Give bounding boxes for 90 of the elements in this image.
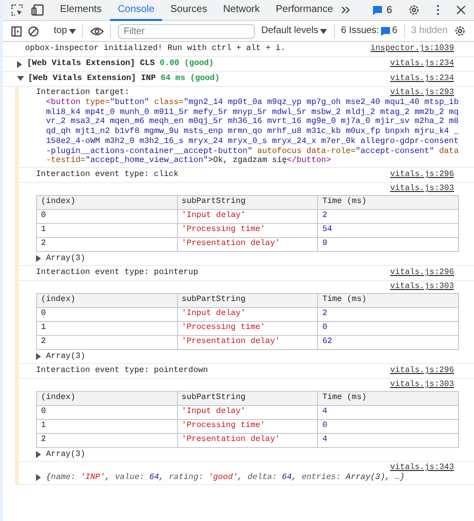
- more-options-icon[interactable]: [436, 4, 440, 16]
- log-message: Interaction event type: click: [36, 170, 178, 180]
- array-preview[interactable]: Array(3): [46, 352, 86, 362]
- table-cell: 1: [36, 321, 178, 336]
- column-header[interactable]: subPartString: [177, 391, 318, 406]
- table-cell: 'Input delay': [177, 307, 318, 322]
- clear-console-icon[interactable]: [28, 26, 40, 36]
- table-cell: 1: [36, 223, 178, 238]
- issues-count: 6: [386, 4, 392, 18]
- source-link[interactable]: vitals.js:296: [390, 268, 454, 278]
- table-cell: 2: [318, 209, 458, 224]
- table-cell: 1: [36, 419, 178, 434]
- array-preview[interactable]: Array(3): [46, 450, 86, 460]
- table-cell: 2: [318, 307, 458, 322]
- settings-icon[interactable]: [408, 4, 420, 16]
- caret-icon: [69, 28, 76, 34]
- source-link[interactable]: vitals.js:303: [390, 282, 454, 292]
- table-cell: 2: [36, 335, 178, 350]
- log-message: Interaction event type: pointerdown: [36, 366, 208, 376]
- html-element-output[interactable]: <button type="button" class="mgn2_14 mp0t_0a m9qz_yp mp7g_oh mse2_40 mqu1_40 mtsp_ib mli8_k4 mp4t_0 munh_0 m911_5r mefy_5r mnyp_5r mdwl_5r msbw_2 mldj_2 mtag_2 mm2b_2 mqvr_2 msa3_z4 mqen_m6 meqh_en m0qj_5r mh36_16 mvrt_16 mg9e_0 mj7a_0 mjir_sv m2ha_2 m8qd_qh mjt1_n2 b1vf8 mgmw_9u msts_enp mrmn_qo mrhf_u8 m31c_kb m0ux_fp bnpxh mjru_k4 _158e2_4-oWM m3h2_0 m3h2_16_s mryx_24 mryx_0_s mryx_24_x m7er_0k allegro-gdpr-consent-plugin__actions-container__accept-button" autofocus data-role="accept-consent" data-testid="accept_home_view_action">Ok, zgadzam się</button>: [36, 98, 461, 166]
- table-cell: 0: [318, 321, 458, 336]
- group-label[interactable]: [Web Vitals Extension] INP 64 ms (good): [28, 74, 220, 84]
- log-message: opbox-inspector initialized! Run with ctrl + alt + i.: [25, 44, 286, 54]
- message-icon: [381, 26, 390, 36]
- inspect-icon[interactable]: [11, 4, 23, 16]
- sidebar-icon[interactable]: [11, 26, 22, 36]
- table-cell: 'Presentation delay': [177, 433, 318, 448]
- table-cell: 62: [318, 335, 458, 350]
- table-cell: 2: [36, 237, 178, 252]
- tab[interactable]: Performance: [268, 0, 342, 20]
- table-cell: 0: [36, 307, 178, 322]
- log-levels-dropdown[interactable]: Default levels: [261, 24, 328, 38]
- table-cell: 4: [318, 433, 458, 448]
- source-link[interactable]: vitals.js:303: [390, 380, 454, 390]
- table-cell: 0: [36, 209, 178, 224]
- table-cell: 'Processing time': [177, 321, 318, 336]
- log-message: Interaction target:: [36, 88, 130, 98]
- column-header[interactable]: (index): [36, 195, 178, 210]
- tab[interactable]: Elements: [52, 0, 110, 20]
- device-toolbar-icon[interactable]: [31, 4, 44, 16]
- table-cell: 54: [318, 223, 458, 238]
- table-cell: 'Presentation delay': [177, 237, 318, 252]
- context-dropdown[interactable]: top: [54, 24, 76, 38]
- column-header[interactable]: (index): [36, 391, 178, 406]
- column-header[interactable]: Time (ms): [318, 293, 458, 308]
- eye-icon[interactable]: [90, 26, 104, 36]
- tab[interactable]: Sources: [162, 0, 216, 20]
- collapsed-arrow-icon[interactable]: [36, 474, 42, 482]
- column-header[interactable]: Time (ms): [318, 391, 458, 406]
- source-link[interactable]: vitals.js:303: [390, 184, 454, 194]
- source-link[interactable]: vitals.js:293: [390, 88, 454, 98]
- issues-button[interactable]: 6 Issues: 6: [341, 24, 398, 38]
- log-message: Interaction event type: pointerup: [36, 268, 198, 278]
- column-header[interactable]: (index): [36, 293, 178, 308]
- table-cell: 9: [318, 237, 458, 252]
- table-cell: 'Input delay': [177, 405, 318, 420]
- collapsed-arrow-icon[interactable]: [36, 353, 42, 360]
- collapsed-arrow-icon[interactable]: [36, 255, 42, 262]
- array-preview[interactable]: Array(3): [46, 254, 86, 264]
- close-icon[interactable]: [456, 5, 466, 15]
- source-link[interactable]: vitals.js:234: [390, 74, 454, 84]
- table-cell: 'Presentation delay': [177, 335, 318, 350]
- table-cell: 0: [318, 419, 458, 434]
- source-link[interactable]: vitals.js:343: [390, 462, 454, 473]
- hidden-count: 3 hidden: [411, 24, 448, 38]
- object-preview[interactable]: {name: 'INP', value: 64, rating: 'good', delta: 64, entries: Array(3), …}: [46, 472, 405, 483]
- group-label[interactable]: [Web Vitals Extension] CLS 0.00 (good): [27, 59, 214, 69]
- message-icon: [373, 6, 382, 14]
- table-cell: 'Processing time': [177, 223, 318, 238]
- table-cell: 4: [318, 405, 458, 420]
- caret-icon: [320, 28, 328, 34]
- table-cell: 'Input delay': [177, 209, 318, 224]
- tab[interactable]: Network: [215, 0, 268, 20]
- filter-field[interactable]: Filter: [118, 24, 255, 38]
- table-cell: 2: [36, 433, 178, 448]
- settings-icon[interactable]: [454, 25, 466, 37]
- table-cell: 'Processing time': [177, 419, 318, 434]
- source-link[interactable]: vitals.js:234: [390, 59, 454, 69]
- column-header[interactable]: subPartString: [177, 195, 318, 210]
- source-link[interactable]: vitals.js:296: [390, 170, 454, 180]
- expanded-arrow-icon[interactable]: [17, 76, 24, 82]
- source-link[interactable]: vitals.js:296: [390, 366, 454, 376]
- column-header[interactable]: subPartString: [177, 293, 318, 308]
- table-cell: 0: [36, 405, 178, 420]
- more-tabs-icon[interactable]: [341, 5, 352, 15]
- collapsed-arrow-icon[interactable]: [36, 451, 42, 458]
- source-link[interactable]: inspector.js:1039: [370, 44, 454, 54]
- collapsed-arrow-icon[interactable]: [17, 60, 23, 68]
- column-header[interactable]: Time (ms): [318, 195, 458, 210]
- tab[interactable]: Console: [110, 0, 162, 20]
